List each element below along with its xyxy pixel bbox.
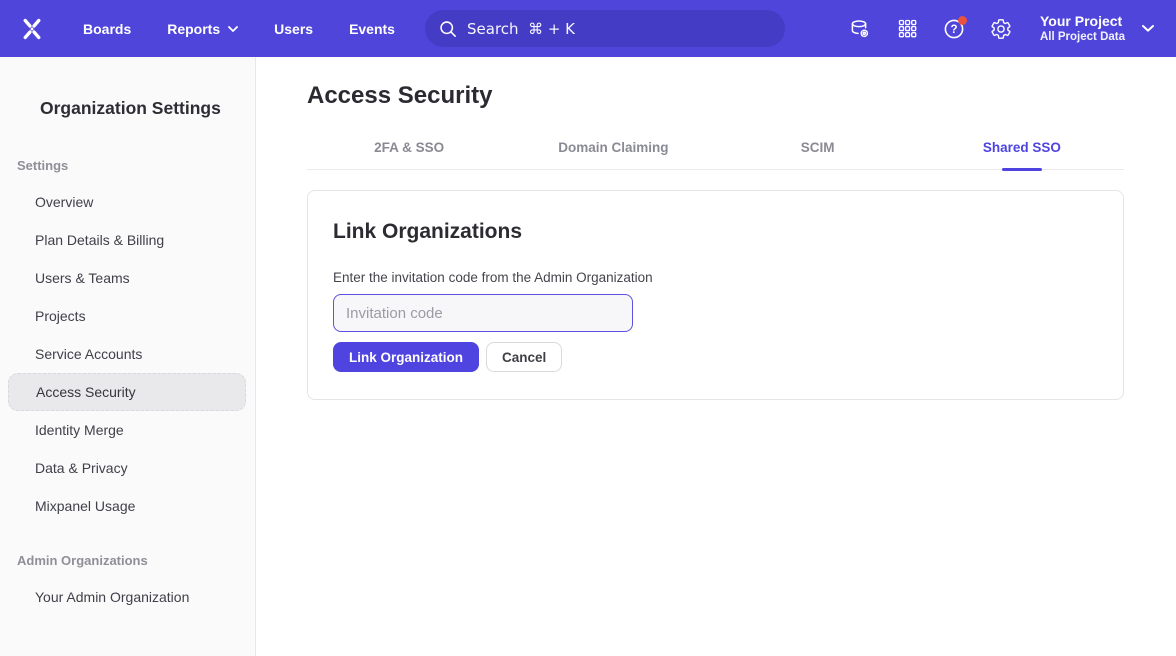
- link-organization-button[interactable]: Link Organization: [333, 342, 479, 372]
- settings-gear-icon[interactable]: [990, 18, 1012, 40]
- sidebar-item-your-admin-organization[interactable]: Your Admin Organization: [0, 578, 255, 616]
- nav-item-events[interactable]: Events: [349, 21, 395, 37]
- sidebar-item-identity-merge[interactable]: Identity Merge: [0, 411, 255, 449]
- link-organizations-card: Link Organizations Enter the invitation …: [307, 190, 1124, 400]
- org-settings-sidebar: Organization Settings Settings Overview …: [0, 57, 256, 656]
- svg-text:?: ?: [950, 24, 957, 36]
- invitation-code-input[interactable]: [333, 294, 633, 332]
- card-actions: Link Organization Cancel: [333, 342, 1098, 372]
- nav-item-boards[interactable]: Boards: [83, 21, 131, 37]
- nav-item-label: Reports: [167, 21, 220, 37]
- nav-icon-group: ?: [849, 18, 1012, 40]
- global-search[interactable]: [425, 10, 785, 47]
- help-icon[interactable]: ?: [943, 18, 965, 40]
- sidebar-section-settings: Settings: [17, 158, 255, 173]
- sidebar-item-projects[interactable]: Projects: [0, 297, 255, 335]
- nav-right-cluster: ? Your Project All Project Data: [849, 0, 1176, 57]
- nav-item-label: Boards: [83, 21, 131, 37]
- notification-dot: [958, 16, 967, 25]
- nav-item-label: Events: [349, 21, 395, 37]
- project-name: Your Project: [1040, 12, 1125, 30]
- sidebar-title: Organization Settings: [0, 57, 255, 120]
- nav-item-label: Users: [274, 21, 313, 37]
- cancel-button[interactable]: Cancel: [486, 342, 562, 372]
- sidebar-item-mixpanel-usage[interactable]: Mixpanel Usage: [0, 487, 255, 525]
- invitation-code-label: Enter the invitation code from the Admin…: [333, 269, 1098, 286]
- mixpanel-logo[interactable]: [18, 15, 46, 43]
- access-security-tabs: 2FA & SSO Domain Claiming SCIM Shared SS…: [307, 140, 1124, 170]
- sidebar-item-service-accounts[interactable]: Service Accounts: [0, 335, 255, 373]
- project-data-scope: All Project Data: [1040, 30, 1125, 45]
- apps-grid-icon[interactable]: [896, 18, 918, 40]
- sidebar-item-data-privacy[interactable]: Data & Privacy: [0, 449, 255, 487]
- nav-item-reports[interactable]: Reports: [167, 21, 238, 37]
- tab-2fa-sso[interactable]: 2FA & SSO: [307, 140, 511, 169]
- sidebar-item-users-teams[interactable]: Users & Teams: [0, 259, 255, 297]
- data-management-icon[interactable]: [849, 18, 871, 40]
- card-title: Link Organizations: [333, 219, 1098, 245]
- app-window: Boards Reports Users Events: [0, 0, 1176, 656]
- chevron-down-icon: [228, 26, 238, 32]
- project-switcher[interactable]: Your Project All Project Data: [1040, 12, 1154, 45]
- primary-nav: Boards Reports Users Events: [83, 21, 431, 37]
- sidebar-section-admin-organizations: Admin Organizations: [17, 553, 255, 568]
- chevron-down-icon: [1142, 25, 1154, 32]
- nav-item-users[interactable]: Users: [274, 21, 313, 37]
- top-nav-bar: Boards Reports Users Events: [0, 0, 1176, 57]
- tab-domain-claiming[interactable]: Domain Claiming: [511, 140, 715, 169]
- sidebar-item-plan-details-billing[interactable]: Plan Details & Billing: [0, 221, 255, 259]
- tab-shared-sso[interactable]: Shared SSO: [920, 140, 1124, 169]
- sidebar-item-access-security[interactable]: Access Security: [8, 373, 246, 411]
- search-icon: [439, 20, 457, 38]
- page-title: Access Security: [307, 81, 1124, 111]
- main-content: Access Security 2FA & SSO Domain Claimin…: [256, 57, 1176, 656]
- sidebar-item-overview[interactable]: Overview: [0, 183, 255, 221]
- search-input[interactable]: [467, 20, 771, 38]
- tab-scim[interactable]: SCIM: [716, 140, 920, 169]
